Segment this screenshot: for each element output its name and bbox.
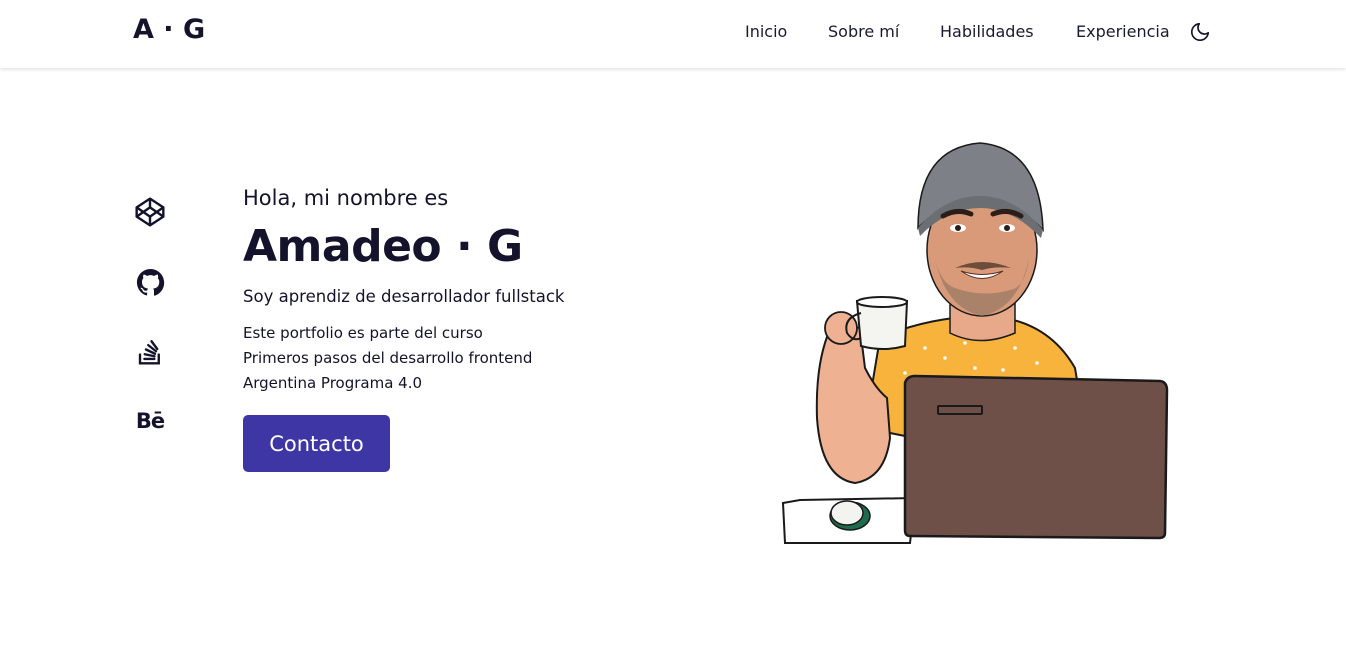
hero-role: Soy aprendiz de desarrollador fullstack bbox=[243, 287, 565, 306]
avatar-illustration bbox=[781, 142, 1169, 544]
hero-greeting: Hola, mi nombre es bbox=[243, 186, 449, 210]
description-line: Este portfolio es parte del curso bbox=[243, 324, 483, 342]
stackoverflow-icon bbox=[138, 340, 160, 365]
hero-description: Este portfolio es parte del curso Primer… bbox=[243, 321, 663, 396]
nav-link-sobre-mi[interactable]: Sobre mí bbox=[828, 22, 899, 41]
codepen-link[interactable] bbox=[133, 195, 167, 229]
site-header: A · G Inicio Sobre mí Habilidades Experi… bbox=[0, 0, 1346, 68]
moon-icon bbox=[1190, 22, 1210, 42]
codepen-icon bbox=[135, 197, 165, 227]
contact-button[interactable]: Contacto bbox=[243, 415, 390, 472]
nav-link-inicio[interactable]: Inicio bbox=[745, 22, 787, 41]
main-nav: Inicio Sobre mí Habilidades Experiencia bbox=[0, 22, 1346, 46]
hero-intro: Hola, mi nombre es Amadeo · G Soy aprend… bbox=[243, 183, 663, 472]
hero-name: Amadeo · G bbox=[243, 221, 523, 272]
theme-toggle-button[interactable] bbox=[1189, 21, 1211, 43]
behance-icon: Bē bbox=[135, 409, 165, 433]
stackoverflow-link[interactable] bbox=[133, 335, 167, 369]
description-line: Primeros pasos del desarrollo frontend bbox=[243, 349, 533, 367]
github-link[interactable] bbox=[133, 265, 167, 299]
nav-link-habilidades[interactable]: Habilidades bbox=[940, 22, 1034, 41]
github-icon bbox=[136, 268, 164, 296]
behance-link[interactable]: Bē bbox=[133, 404, 167, 438]
nav-link-experiencia[interactable]: Experiencia bbox=[1076, 22, 1170, 41]
description-line: Argentina Programa 4.0 bbox=[243, 374, 423, 392]
